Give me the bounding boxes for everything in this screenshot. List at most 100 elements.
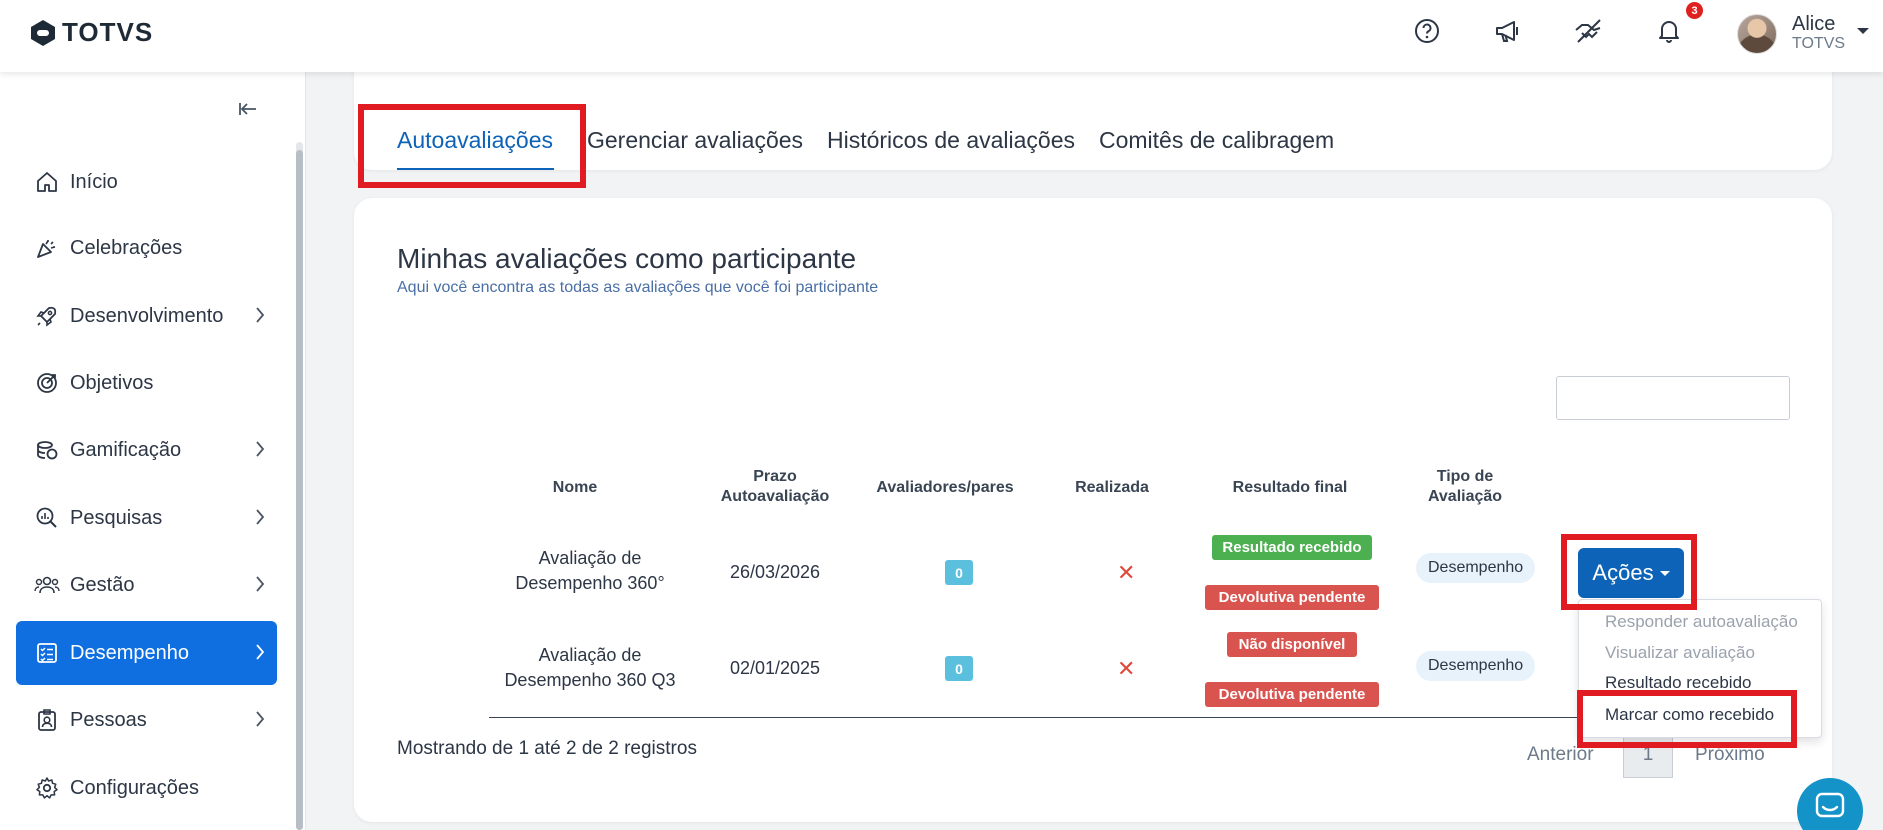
- sidebar-item-label: Pessoas: [70, 708, 147, 731]
- collapse-sidebar-icon[interactable]: [237, 98, 261, 122]
- chevron-right-icon: [256, 576, 265, 592]
- acoes-button-label: Ações: [1592, 560, 1654, 585]
- table-bottom-divider: [489, 717, 1709, 718]
- chat-support-button[interactable]: [1797, 778, 1863, 830]
- sidebar-item-label: Objetivos: [70, 371, 154, 394]
- sidebar-item-configuracoes[interactable]: Configurações: [16, 756, 277, 820]
- tab-historicos-avaliacoes[interactable]: Históricos de avaliações: [827, 127, 1075, 154]
- column-header-avaliadores[interactable]: Avaliadores/pares: [860, 478, 1030, 498]
- chevron-right-icon: [256, 441, 265, 457]
- table-row-2-resultado-label: Não disponível: [1227, 632, 1357, 657]
- user-org: TOTVS: [1792, 35, 1846, 52]
- id-badge-icon: [34, 707, 60, 733]
- cell-text: Desempenho 360 Q3: [504, 670, 676, 690]
- sidebar-item-label: Celebrações: [70, 236, 183, 259]
- sidebar-item-desempenho[interactable]: Desempenho: [16, 621, 277, 685]
- column-header-tipo-line2: Avaliação: [1427, 488, 1503, 505]
- logo-text: TOTVS: [62, 17, 154, 47]
- totvs-logo-icon: [31, 19, 55, 46]
- home-icon: [34, 169, 60, 195]
- sidebar-item-gestao[interactable]: Gestão: [16, 553, 277, 617]
- megaphone-icon[interactable]: [1493, 16, 1523, 46]
- chevron-right-icon: [256, 307, 265, 323]
- sidebar-item-celebracoes[interactable]: Celebrações: [16, 216, 277, 280]
- cell-text: Avaliação de: [538, 548, 642, 568]
- sidebar-item-label: Gamificação: [70, 438, 182, 461]
- chevron-right-icon: [256, 509, 265, 525]
- table-row-2-nome: Avaliação de Desempenho 360 Q3: [490, 643, 690, 693]
- rocket-icon: [34, 303, 60, 329]
- avatar[interactable]: [1737, 14, 1777, 54]
- totvs-logo[interactable]: TOTVS: [30, 17, 153, 48]
- pagination-page-1[interactable]: 1: [1623, 732, 1673, 778]
- records-count-text: Mostrando de 1 até 2 de 2 registros: [397, 738, 697, 759]
- target-icon: [34, 370, 60, 396]
- chevron-right-icon: [256, 644, 265, 660]
- checklist-icon: [34, 640, 60, 666]
- sidebar-item-label: Desempenho: [70, 641, 189, 664]
- table-row-2-devolutiva-label: Devolutiva pendente: [1205, 682, 1379, 707]
- column-header-realizada[interactable]: Realizada: [1052, 478, 1172, 498]
- table-row-2-realizada-icon: ✕: [1117, 656, 1136, 681]
- menu-item-marcar-como-recebido[interactable]: Marcar como recebido: [1605, 705, 1774, 725]
- caret-down-icon: [1659, 570, 1670, 576]
- sidebar-item-gamificacao[interactable]: Gamificação: [16, 418, 277, 482]
- tab-gerenciar-avaliacoes[interactable]: Gerenciar avaliações: [587, 127, 803, 154]
- tab-comites-calibragem[interactable]: Comitês de calibragem: [1099, 127, 1334, 154]
- sidebar-item-pesquisas[interactable]: Pesquisas: [16, 486, 277, 550]
- cell-text: Avaliação de: [538, 645, 642, 665]
- pagination-next[interactable]: Próximo: [1695, 744, 1765, 766]
- menu-item-responder-autoavaliacao[interactable]: Responder autoavaliação: [1605, 612, 1798, 632]
- sidebar-scrollbar-thumb[interactable]: [296, 150, 303, 830]
- sidebar-item-label: Pesquisas: [70, 506, 163, 529]
- menu-item-resultado-recebido[interactable]: Resultado recebido: [1605, 673, 1751, 693]
- table-row-1-avaliadores-badge: 0: [945, 560, 973, 585]
- sidebar-item-label: Desenvolvimento: [70, 304, 224, 327]
- user-name[interactable]: Alice: [1792, 13, 1835, 36]
- sidebar-item-label: Início: [70, 170, 118, 193]
- sidebar-item-label: Gestão: [70, 573, 135, 596]
- acoes-dropdown-menu: Responder autoavaliação Visualizar avali…: [1578, 599, 1822, 738]
- column-header-resultado[interactable]: Resultado final: [1200, 478, 1380, 498]
- user-menu-caret-icon[interactable]: [1857, 28, 1869, 34]
- table-row-2-prazo: 02/01/2025: [729, 658, 821, 678]
- table-row-1-tipo-pill: Desempenho: [1416, 553, 1536, 583]
- sidebar-item-label: Configurações: [70, 776, 199, 799]
- active-tab-underline: [397, 168, 554, 170]
- chat-icon: [1815, 792, 1845, 818]
- sidebar-item-pessoas[interactable]: Pessoas: [16, 688, 277, 752]
- table-row-1-devolutiva-label: Devolutiva pendente: [1205, 585, 1379, 610]
- menu-item-visualizar-avaliacao[interactable]: Visualizar avaliação: [1605, 643, 1755, 663]
- bell-icon[interactable]: [1654, 16, 1684, 46]
- party-popper-icon: [34, 235, 60, 261]
- users-icon: [34, 572, 60, 598]
- column-header-prazo-line1: Prazo: [753, 468, 797, 485]
- tabs-card: [354, 60, 1832, 170]
- coins-icon: [34, 437, 60, 463]
- column-header-tipo[interactable]: Tipo de Avaliação: [1400, 467, 1530, 507]
- column-header-nome[interactable]: Nome: [500, 478, 650, 498]
- table-row-1-realizada-icon: ✕: [1117, 560, 1136, 585]
- table-row-1-resultado-label: Resultado recebido: [1212, 535, 1372, 560]
- chevron-right-icon: [256, 711, 265, 727]
- column-header-prazo[interactable]: Prazo Autoavaliação: [690, 467, 860, 507]
- column-header-prazo-line2: Autoavaliação: [720, 488, 830, 505]
- help-icon[interactable]: [1412, 16, 1442, 46]
- notification-badge: 3: [1686, 2, 1703, 19]
- acoes-dropdown-button[interactable]: Ações: [1578, 548, 1684, 598]
- table-search-input[interactable]: [1556, 376, 1790, 420]
- top-bar: TOTVS 3 Alice TOTVS: [0, 0, 1883, 72]
- gear-icon: [34, 775, 60, 801]
- tab-autoavaliacoes[interactable]: Autoavaliações: [397, 127, 553, 154]
- table-row-2-avaliadores-badge: 0: [945, 656, 973, 681]
- sidebar-item-objetivos[interactable]: Objetivos: [16, 351, 277, 415]
- search-chart-icon: [34, 505, 60, 531]
- table-row-1-prazo: 26/03/2026: [729, 562, 821, 582]
- pagination-prev[interactable]: Anterior: [1527, 744, 1594, 766]
- sidebar-item-inicio[interactable]: Início: [16, 150, 277, 214]
- section-title: Minhas avaliações como participante: [397, 243, 857, 274]
- table-row-2-tipo-pill: Desempenho: [1416, 651, 1536, 681]
- handshake-off-icon[interactable]: [1574, 16, 1604, 46]
- column-header-tipo-line1: Tipo de: [1436, 468, 1494, 485]
- sidebar-item-desenvolvimento[interactable]: Desenvolvimento: [16, 284, 277, 348]
